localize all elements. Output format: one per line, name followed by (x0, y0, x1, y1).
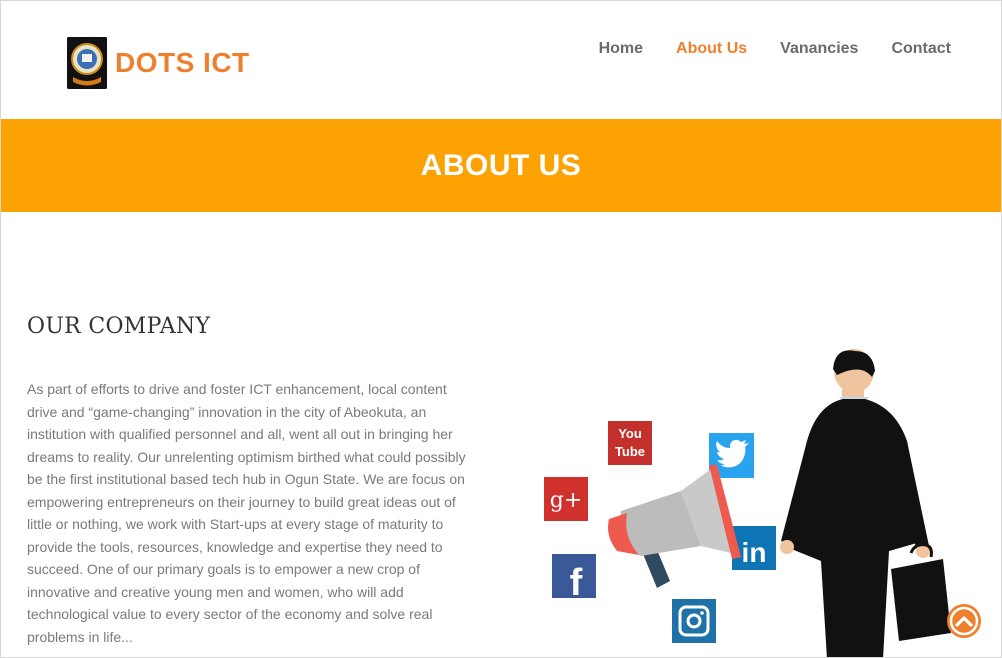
main-nav: Home About Us Vanancies Contact (599, 40, 951, 58)
chevron-up-icon (949, 606, 979, 636)
svg-text:in: in (742, 537, 767, 568)
megaphone-icon (608, 465, 741, 588)
scroll-to-top-button[interactable] (947, 604, 981, 638)
svg-text:You: You (618, 426, 642, 441)
businessman-icon (780, 349, 951, 657)
google-plus-icon: g+ (544, 477, 588, 521)
nav-item-home[interactable]: Home (599, 40, 643, 58)
svg-text:f: f (570, 562, 583, 604)
nav-item-contact[interactable]: Contact (891, 40, 951, 58)
section-heading: OUR COMPANY (27, 314, 211, 339)
svg-text:Tube: Tube (615, 444, 645, 459)
company-description: As part of efforts to drive and foster I… (27, 381, 466, 645)
facebook-icon: f (552, 554, 596, 604)
brand-logo-link[interactable]: DOTS ICT (67, 37, 250, 89)
instagram-icon (672, 599, 716, 643)
svg-text:g+: g+ (550, 488, 583, 513)
institution-seal-icon (67, 37, 107, 89)
youtube-icon: You Tube (608, 421, 652, 465)
social-media-illustration: You Tube g+ in f (531, 341, 1001, 657)
site-header: DOTS ICT Home About Us Vanancies Contact (1, 1, 1001, 119)
nav-item-about-us[interactable]: About Us (676, 40, 747, 58)
page-title: ABOUT US (420, 148, 582, 182)
nav-item-vanancies[interactable]: Vanancies (780, 40, 858, 58)
page: DOTS ICT Home About Us Vanancies Contact… (0, 0, 1002, 658)
page-banner: ABOUT US (1, 119, 1001, 212)
brand-name: DOTS ICT (115, 47, 250, 78)
